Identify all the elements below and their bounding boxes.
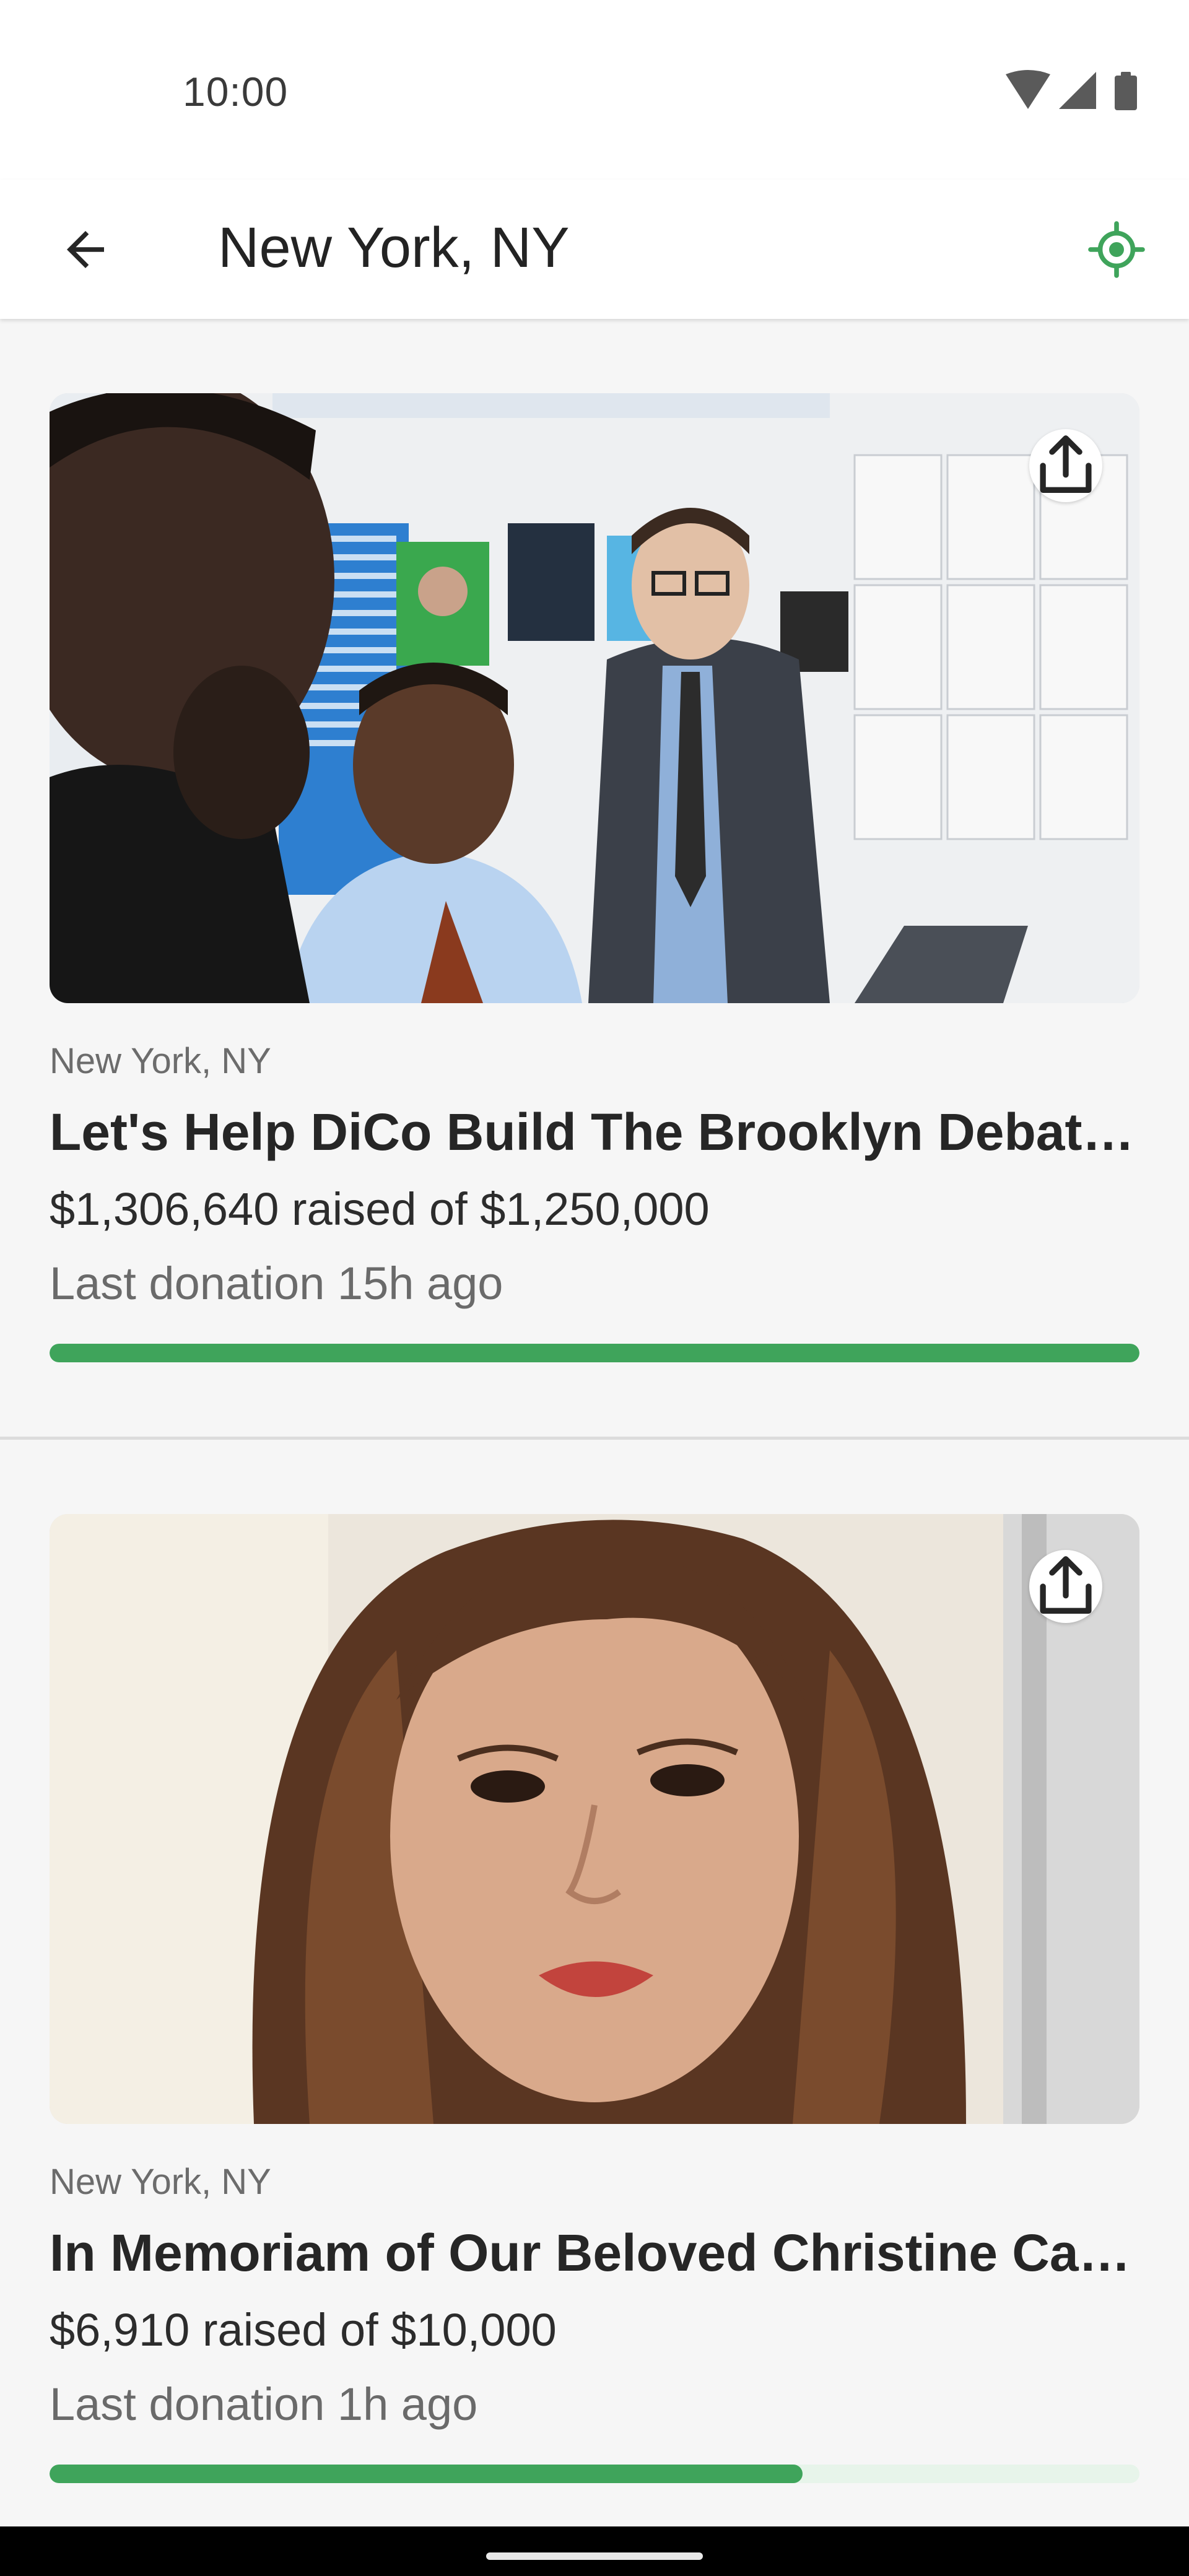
fundraiser-card[interactable]: New York, NY In Memoriam of Our Beloved …: [0, 1440, 1189, 2483]
share-button[interactable]: [1029, 429, 1102, 502]
top-app-bar: New York, NY: [0, 180, 1189, 319]
classroom-photo: [50, 393, 1139, 1003]
portrait-photo: [50, 1514, 1139, 2124]
status-time: 10:00: [183, 69, 289, 115]
share-icon: [1040, 435, 1092, 494]
fundraiser-image[interactable]: [50, 1514, 1139, 2124]
status-bar: 10:00: [0, 0, 1189, 180]
fundraiser-image[interactable]: [50, 393, 1139, 1003]
my-location-icon: [1087, 220, 1145, 278]
wifi-icon: [1006, 70, 1050, 109]
fundraiser-progress-fill: [50, 1344, 1139, 1362]
fundraiser-card[interactable]: New York, NY Let's Help DiCo Build The B…: [0, 319, 1189, 1437]
home-gesture-handle[interactable]: [486, 2552, 703, 2560]
arrow-back-icon: [66, 230, 104, 268]
my-location-button[interactable]: [1074, 207, 1158, 291]
cellular-signal-icon: [1059, 72, 1096, 109]
fundraiser-last-donation: Last donation 1h ago: [50, 2378, 478, 2430]
fundraiser-title[interactable]: In Memoriam of Our Beloved Christine Cas…: [50, 2223, 1139, 2283]
system-status-icons: [1006, 70, 1137, 110]
share-button[interactable]: [1029, 1550, 1102, 1623]
fundraiser-amount-raised: $6,910 raised of $10,000: [50, 2304, 557, 2356]
fundraiser-location: New York, NY: [50, 1041, 271, 1081]
fundraiser-progress-fill: [50, 2465, 803, 2483]
fundraiser-feed: New York, NY Let's Help DiCo Build The B…: [0, 319, 1189, 2483]
system-navigation-bar: [0, 2526, 1189, 2576]
fundraiser-last-donation: Last donation 15h ago: [50, 1258, 503, 1309]
fundraiser-location: New York, NY: [50, 2162, 271, 2202]
page-title: New York, NY: [218, 216, 570, 279]
share-icon: [1040, 1556, 1092, 1614]
battery-icon: [1115, 72, 1137, 110]
back-button[interactable]: [43, 207, 127, 291]
status-icons: [1003, 69, 1139, 113]
fundraiser-title[interactable]: Let's Help DiCo Build The Brooklyn Debat…: [50, 1102, 1139, 1162]
fundraiser-progress-bar: [50, 2465, 1139, 2483]
fundraiser-amount-raised: $1,306,640 raised of $1,250,000: [50, 1183, 710, 1235]
fundraiser-progress-bar: [50, 1344, 1139, 1362]
